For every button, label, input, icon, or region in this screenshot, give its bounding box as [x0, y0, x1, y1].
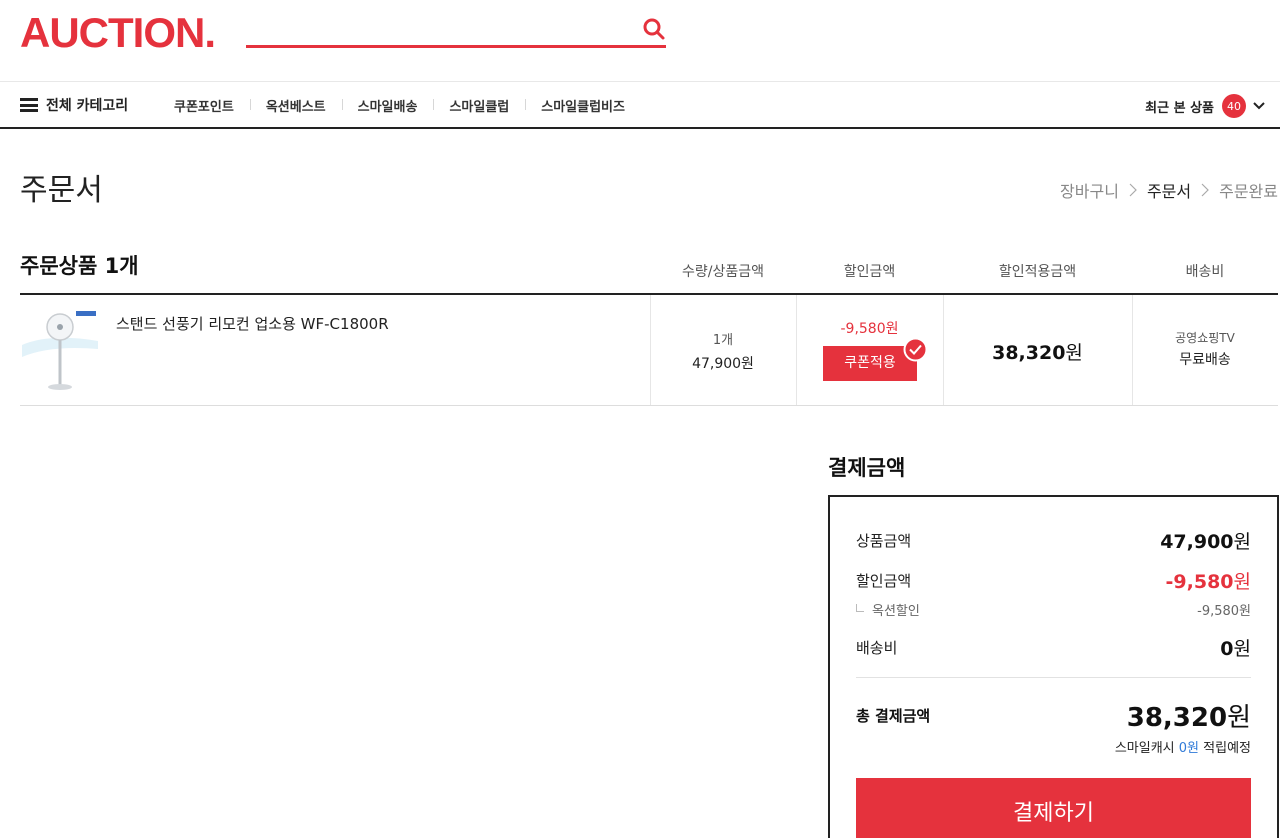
shipping-fee-number: 0: [1220, 638, 1234, 660]
nav-item-smile-club[interactable]: 스마일클럽: [433, 96, 525, 115]
total-amount-label: 총 결제금액: [856, 707, 931, 725]
order-items-heading: 주문상품 1개: [20, 254, 139, 278]
product-amount-label: 상품금액: [856, 532, 912, 550]
payment-summary: 상품금액 47,900원 할인금액 -9,580원 옥션할인 -9,580원 배…: [828, 495, 1279, 838]
chevron-right-icon: [1201, 183, 1209, 197]
column-divider: [796, 295, 797, 405]
site-header: AUCTION.: [0, 0, 1280, 82]
applied-amount-currency: 원: [1065, 342, 1083, 364]
discount-amount-number: -9,580: [1165, 571, 1234, 593]
nav-item-smile-delivery[interactable]: 스마일배송: [341, 96, 434, 115]
product-name[interactable]: 스탠드 선풍기 리모컨 업소용 WF-C1800R: [116, 313, 389, 334]
shipping-seller: 공영쇼핑TV: [1175, 331, 1235, 345]
product-amount-currency: 원: [1233, 531, 1251, 553]
main-nav: 전체 카테고리 쿠폰포인트 옥션베스트 스마일배송 스마일클럽 스마일클럽비즈 …: [0, 83, 1280, 129]
check-circle-icon: [903, 337, 928, 362]
search-icon[interactable]: [642, 17, 666, 41]
recent-products-button[interactable]: 최근 본 상품 40: [1145, 94, 1266, 118]
shipping-fee-value: 0원: [1220, 634, 1251, 661]
discount-amount-currency: 원: [1233, 571, 1251, 593]
auction-discount-row: 옥션할인 -9,580원: [856, 600, 1251, 619]
discount-amount-value: -9,580원: [1166, 567, 1251, 594]
product-amount-row: 상품금액 47,900원: [856, 527, 1251, 554]
smile-cash-info: 스마일캐시 0원 적립예정: [1115, 737, 1251, 756]
nav-item-auction-best[interactable]: 옥션베스트: [249, 96, 342, 115]
pay-button[interactable]: 결제하기: [856, 778, 1251, 838]
shipping-fee-currency: 원: [1233, 638, 1251, 660]
item-discount: -9,580원: [840, 321, 899, 337]
all-categories-button[interactable]: 전체 카테고리: [20, 95, 128, 115]
auction-logo[interactable]: AUCTION.: [20, 12, 216, 54]
col-discount: 할인금액: [843, 264, 896, 280]
col-shipping: 배송비: [1185, 264, 1225, 280]
total-amount-row: 총 결제금액 38,320원: [856, 697, 1251, 734]
discount-amount-row: 할인금액 -9,580원: [856, 567, 1251, 594]
smile-cash-prefix: 스마일캐시: [1114, 741, 1175, 756]
item-applied-amount: 38,320원: [943, 338, 1132, 365]
step-order-complete: 주문완료: [1219, 182, 1278, 201]
product-thumbnail[interactable]: [20, 305, 100, 395]
item-price: 47,900원: [692, 356, 754, 372]
smile-cash-amount: 0원: [1178, 741, 1200, 756]
payment-divider: [856, 677, 1251, 678]
auction-discount-text: 옥션할인: [872, 604, 920, 619]
chevron-right-icon: [1129, 183, 1137, 197]
shipping-type: 무료배송: [1179, 352, 1231, 368]
smile-cash-suffix: 적립예정: [1203, 741, 1251, 756]
applied-amount-value: 38,320: [992, 342, 1066, 364]
page-title: 주문서: [20, 173, 103, 208]
nav-item-coupon-point[interactable]: 쿠폰포인트: [158, 96, 250, 115]
auction-discount-value: -9,580원: [1197, 604, 1251, 619]
shipping-fee-label: 배송비: [856, 639, 898, 657]
total-amount-number: 38,320: [1126, 703, 1228, 733]
nav-menu: 쿠폰포인트 옥션베스트 스마일배송 스마일클럽 스마일클럽비즈: [158, 96, 641, 115]
column-divider: [650, 295, 651, 405]
order-steps: 장바구니 주문서 주문완료: [1060, 178, 1278, 202]
total-amount-value: 38,320원: [1127, 697, 1251, 734]
product-amount-value: 47,900원: [1160, 527, 1251, 554]
item-quantity: 1개: [712, 333, 734, 348]
all-categories-label: 전체 카테고리: [46, 98, 129, 114]
nav-item-smile-club-biz[interactable]: 스마일클럽비즈: [525, 96, 641, 115]
shipping-fee-row: 배송비 0원: [856, 634, 1251, 661]
col-discounted-price: 할인적용금액: [998, 264, 1077, 280]
chevron-down-icon: [1253, 102, 1265, 110]
table-divider: [20, 293, 1278, 295]
recent-count-badge: 40: [1222, 94, 1246, 118]
product-amount-number: 47,900: [1160, 531, 1234, 553]
table-divider: [20, 405, 1278, 406]
payment-heading: 결제금액: [828, 456, 906, 480]
col-quantity-price: 수량/상품금액: [682, 264, 764, 280]
sub-item-marker: [856, 603, 864, 612]
menu-icon: [20, 98, 38, 112]
discount-amount-label: 할인금액: [856, 572, 912, 590]
total-amount-currency: 원: [1227, 703, 1251, 733]
step-cart: 장바구니: [1060, 182, 1119, 201]
auction-discount-label: 옥션할인: [856, 600, 920, 619]
search-bar[interactable]: [246, 12, 666, 48]
search-input[interactable]: [246, 12, 626, 42]
recent-products-label: 최근 본 상품: [1145, 100, 1214, 116]
step-order-form: 주문서: [1146, 182, 1192, 201]
